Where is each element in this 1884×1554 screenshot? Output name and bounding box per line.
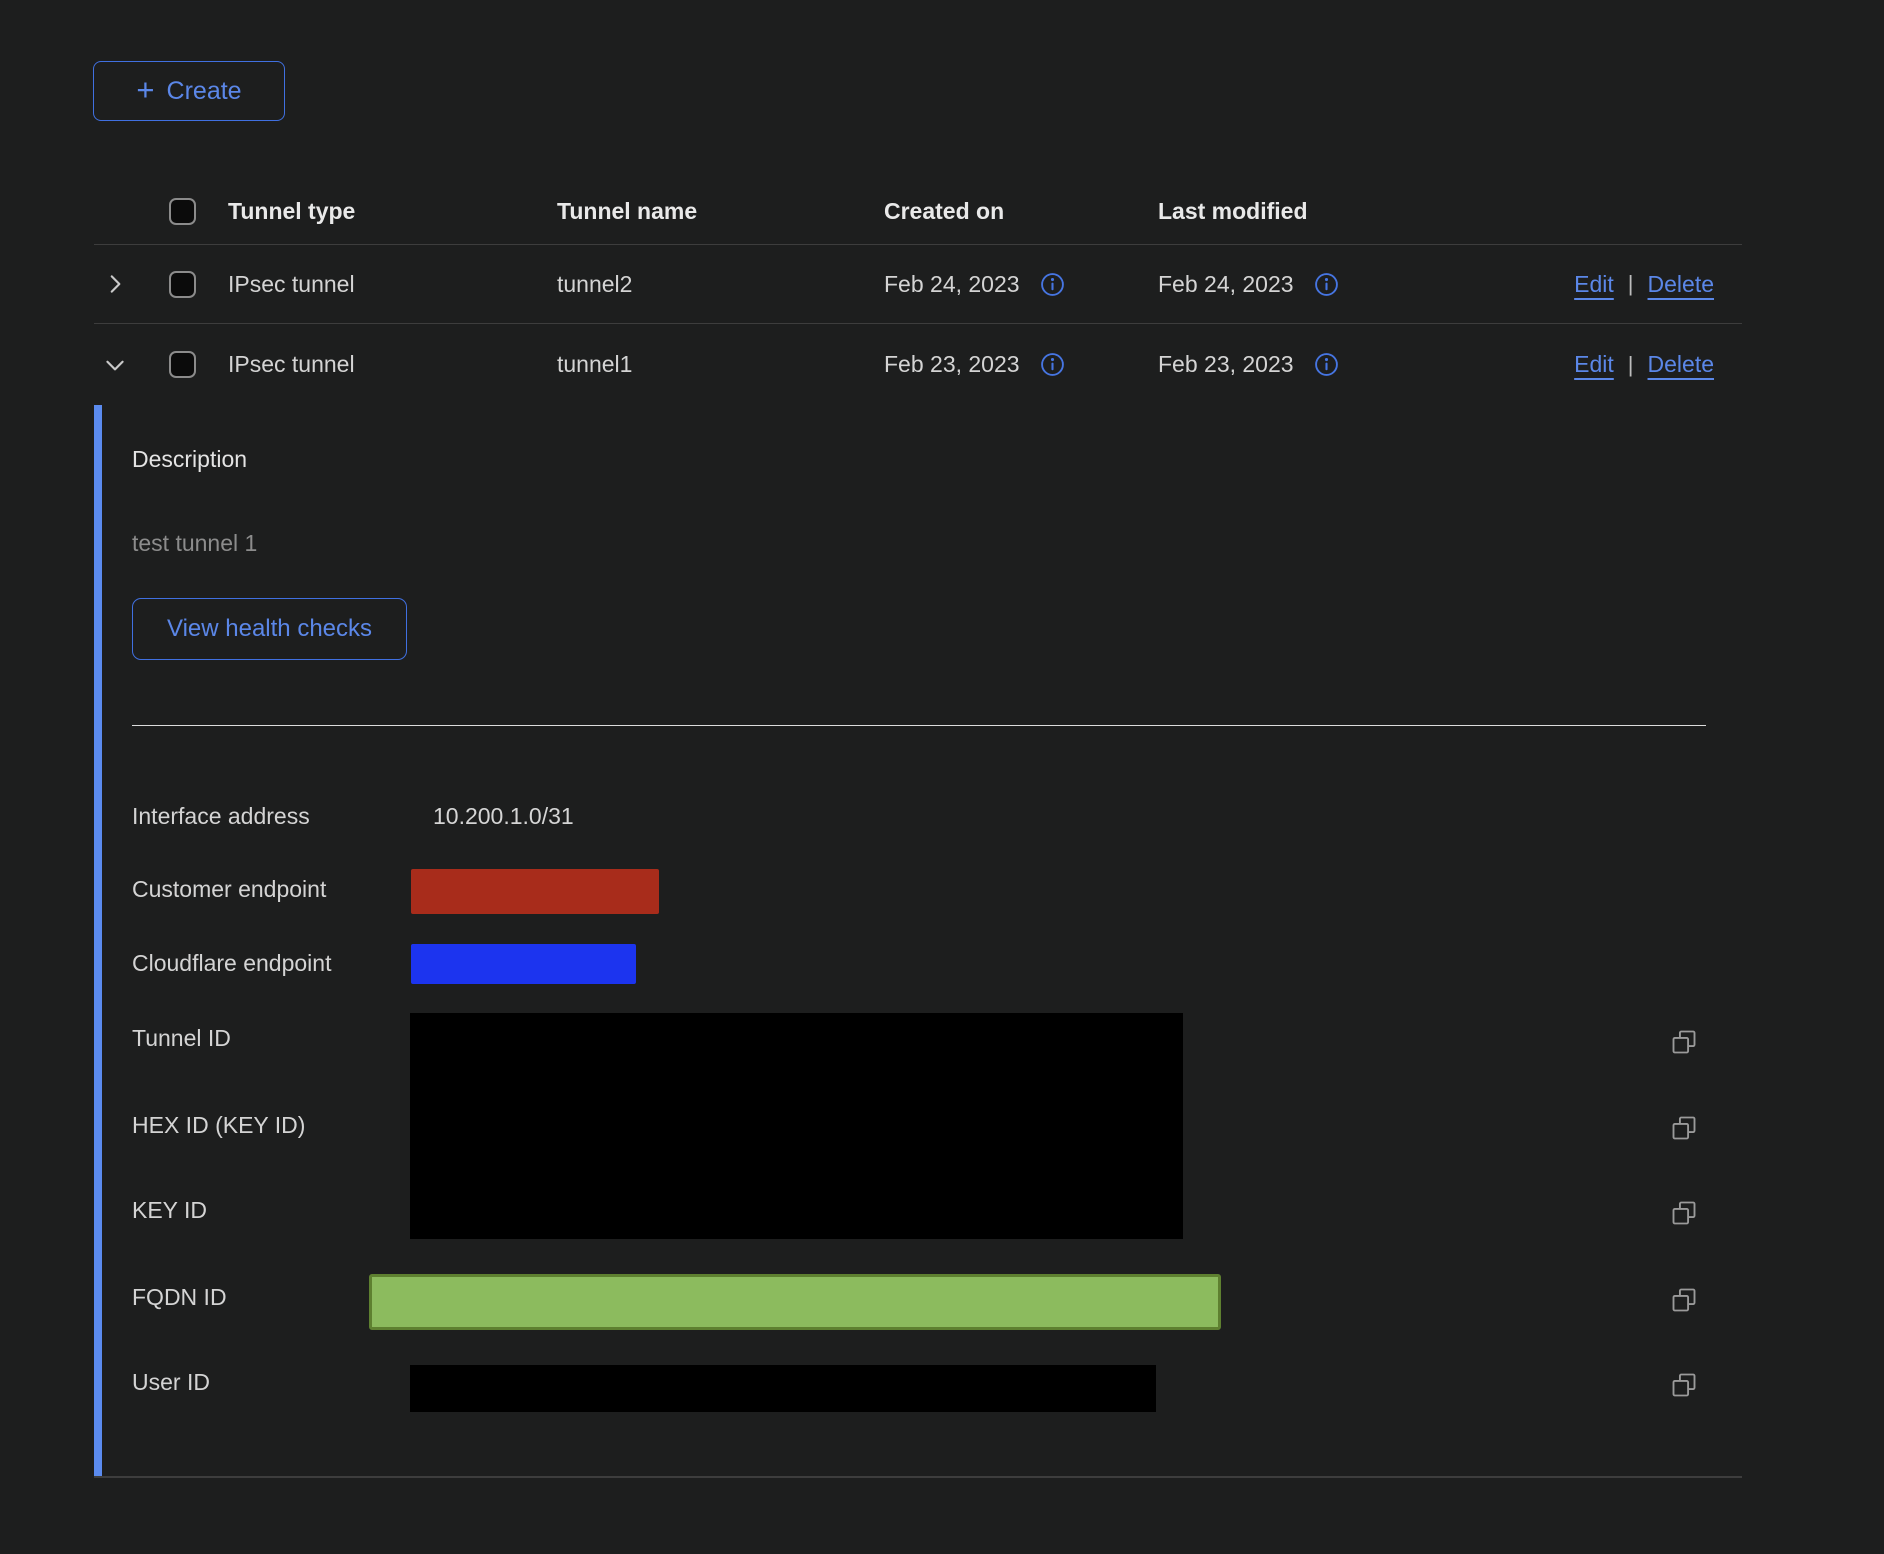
tunnels-page: + Create Tunnel type Tunnel name Created… — [0, 0, 1884, 1554]
header-created-on: Created on — [884, 198, 1158, 225]
info-icon[interactable] — [1040, 272, 1065, 297]
interface-address-value: 10.200.1.0/31 — [433, 802, 574, 830]
user-id-redacted-value — [410, 1365, 1156, 1412]
section-divider — [132, 725, 1706, 726]
plus-icon: + — [136, 74, 154, 105]
header-tunnel-type: Tunnel type — [228, 198, 557, 225]
delete-link[interactable]: Delete — [1648, 271, 1714, 298]
table-row: IPsec tunnel tunnel1 Feb 23, 2023 Feb 23… — [94, 324, 1742, 405]
view-health-checks-button[interactable]: View health checks — [132, 598, 407, 660]
chevron-down-icon — [102, 352, 128, 378]
tunnel-name-cell: tunnel1 — [557, 351, 884, 378]
copy-user-id-button[interactable] — [1670, 1371, 1698, 1399]
header-tunnel-name: Tunnel name — [557, 198, 884, 225]
edit-link[interactable]: Edit — [1574, 351, 1614, 378]
user-id-label: User ID — [132, 1368, 210, 1396]
edit-link[interactable]: Edit — [1574, 271, 1614, 298]
actions-separator: | — [1628, 271, 1634, 297]
copy-hex-id-button[interactable] — [1670, 1114, 1698, 1142]
tunnel-name-cell: tunnel2 — [557, 271, 884, 298]
key-id-label: KEY ID — [132, 1196, 207, 1224]
last-modified-cell: Feb 24, 2023 — [1158, 271, 1294, 298]
collapse-row-button[interactable] — [102, 352, 128, 378]
cloudflare-endpoint-label: Cloudflare endpoint — [132, 949, 331, 977]
row-checkbox[interactable] — [169, 351, 196, 378]
copy-key-id-button[interactable] — [1670, 1199, 1698, 1227]
table-header-row: Tunnel type Tunnel name Created on Last … — [94, 178, 1742, 245]
hex-id-label: HEX ID (KEY ID) — [132, 1111, 305, 1139]
fqdn-id-label: FQDN ID — [132, 1283, 227, 1311]
row-checkbox[interactable] — [169, 271, 196, 298]
last-modified-cell: Feb 23, 2023 — [1158, 351, 1294, 378]
info-icon[interactable] — [1314, 272, 1339, 297]
copy-icon — [1670, 1199, 1698, 1227]
expanded-accent-bar — [94, 405, 102, 1476]
tunnel-type-cell: IPsec tunnel — [228, 351, 557, 378]
info-icon[interactable] — [1314, 352, 1339, 377]
header-last-modified: Last modified — [1158, 198, 1540, 225]
description-label: Description — [132, 445, 247, 473]
copy-icon — [1670, 1371, 1698, 1399]
fqdn-id-redacted-value — [369, 1274, 1221, 1330]
copy-icon — [1670, 1114, 1698, 1142]
customer-endpoint-label: Customer endpoint — [132, 875, 326, 903]
delete-link[interactable]: Delete — [1648, 351, 1714, 378]
expanded-tunnel-panel: Description test tunnel 1 View health ch… — [94, 405, 1742, 1478]
info-icon[interactable] — [1040, 352, 1065, 377]
description-value: test tunnel 1 — [132, 529, 257, 557]
copy-icon — [1670, 1028, 1698, 1056]
create-button[interactable]: + Create — [93, 61, 285, 121]
created-on-cell: Feb 23, 2023 — [884, 351, 1020, 378]
create-button-label: Create — [167, 77, 242, 106]
chevron-right-icon — [102, 271, 128, 297]
interface-address-label: Interface address — [132, 802, 310, 830]
copy-tunnel-id-button[interactable] — [1670, 1028, 1698, 1056]
expand-row-button[interactable] — [102, 271, 128, 297]
copy-fqdn-id-button[interactable] — [1670, 1286, 1698, 1314]
select-all-checkbox[interactable] — [169, 198, 196, 225]
customer-endpoint-redacted-value — [411, 869, 659, 914]
copy-icon — [1670, 1286, 1698, 1314]
ids-redacted-values — [410, 1013, 1183, 1239]
tunnel-type-cell: IPsec tunnel — [228, 271, 557, 298]
cloudflare-endpoint-redacted-value — [411, 944, 636, 984]
actions-separator: | — [1628, 352, 1634, 378]
table-row: IPsec tunnel tunnel2 Feb 24, 2023 Feb 24… — [94, 245, 1742, 324]
tunnel-id-label: Tunnel ID — [132, 1024, 231, 1052]
created-on-cell: Feb 24, 2023 — [884, 271, 1020, 298]
